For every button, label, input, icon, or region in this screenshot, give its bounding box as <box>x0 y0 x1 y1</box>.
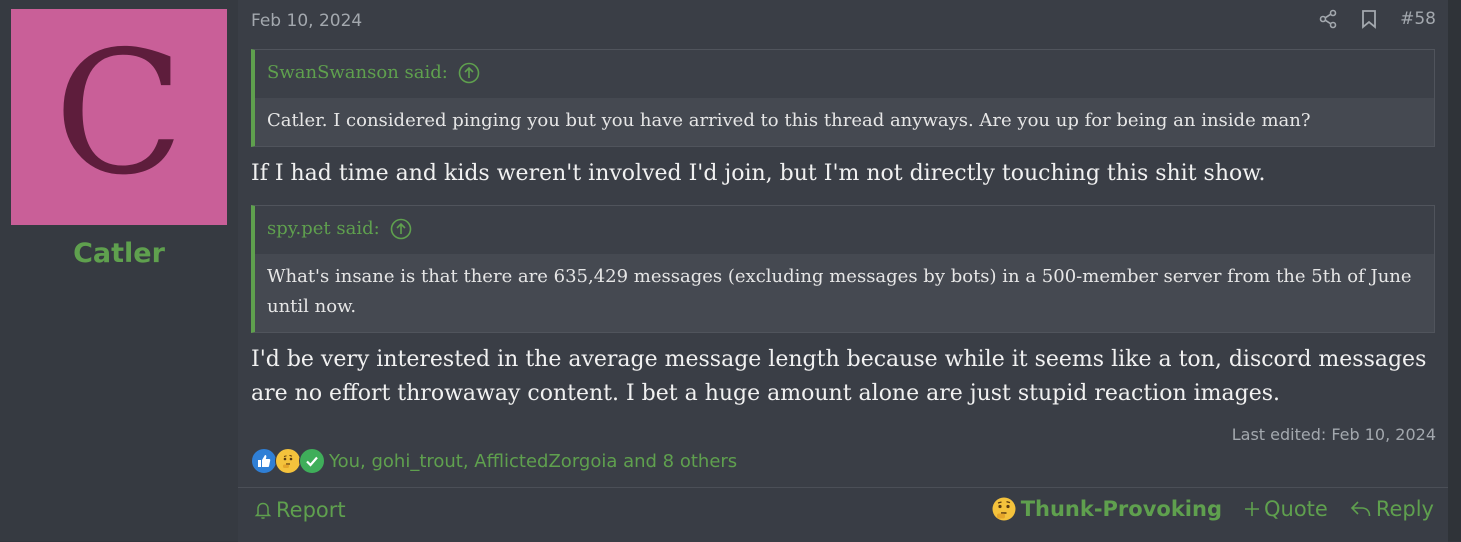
message-paragraph: I'd be very interested in the average me… <box>251 347 1427 406</box>
report-button[interactable]: Report <box>254 498 346 522</box>
quote-author: SwanSwanson said: <box>267 62 448 83</box>
post-number[interactable]: #58 <box>1400 9 1436 29</box>
bell-icon <box>254 500 272 520</box>
bookmark-icon[interactable] <box>1360 9 1378 29</box>
post-body: Feb 10, 2024 #58 SwanSwanson said: Catle… <box>238 0 1448 542</box>
post-top-actions: #58 <box>1318 9 1436 29</box>
arrow-up-circle-icon[interactable] <box>458 62 480 84</box>
reactions-summary[interactable]: You, gohi_trout, AfflictedZorgoia and 8 … <box>251 448 737 474</box>
reply-button[interactable]: Reply <box>1350 497 1434 521</box>
quote-button[interactable]: Quote <box>1244 497 1328 521</box>
quote-attribution[interactable]: spy.pet said: <box>255 206 1434 254</box>
right-gutter <box>1448 0 1461 541</box>
message-paragraph: If I had time and kids weren't involved … <box>251 161 1266 186</box>
quote-author: spy.pet said: <box>267 218 380 239</box>
report-label: Report <box>276 498 346 522</box>
last-edited: Last edited: Feb 10, 2024 <box>1231 425 1436 444</box>
like-icon <box>251 448 277 474</box>
reactions-text: You, gohi_trout, AfflictedZorgoia and 8 … <box>329 450 738 472</box>
avatar[interactable]: C <box>11 9 227 225</box>
avatar-letter: C <box>53 15 185 213</box>
username[interactable]: Catler <box>0 238 238 269</box>
reaction-button[interactable]: Thunk-Provoking <box>991 496 1222 522</box>
checkmark-icon <box>299 448 325 474</box>
thinking-face-icon <box>991 496 1017 522</box>
quote-block: spy.pet said: What's insane is that ther… <box>251 205 1435 333</box>
reply-label: Reply <box>1375 497 1434 521</box>
share-icon[interactable] <box>1318 9 1338 29</box>
user-sidebar: C Catler <box>0 0 238 541</box>
footer-actions: Thunk-Provoking Quote Reply <box>991 496 1434 522</box>
post-footer: Report Thunk-Provoking Quote Reply <box>238 487 1448 542</box>
quote-attribution[interactable]: SwanSwanson said: <box>255 50 1434 98</box>
reaction-label: Thunk-Provoking <box>1020 497 1222 521</box>
arrow-up-circle-icon[interactable] <box>390 218 412 240</box>
reply-arrow-icon <box>1350 500 1372 518</box>
thinking-face-icon <box>275 448 301 474</box>
reaction-icons <box>251 448 325 474</box>
quote-text: Catler. I considered pinging you but you… <box>255 98 1434 146</box>
plus-icon <box>1244 501 1260 517</box>
quote-block: SwanSwanson said: Catler. I considered p… <box>251 49 1435 147</box>
quote-text: What's insane is that there are 635,429 … <box>255 254 1434 332</box>
quote-label: Quote <box>1263 497 1328 521</box>
post-date[interactable]: Feb 10, 2024 <box>251 11 362 31</box>
